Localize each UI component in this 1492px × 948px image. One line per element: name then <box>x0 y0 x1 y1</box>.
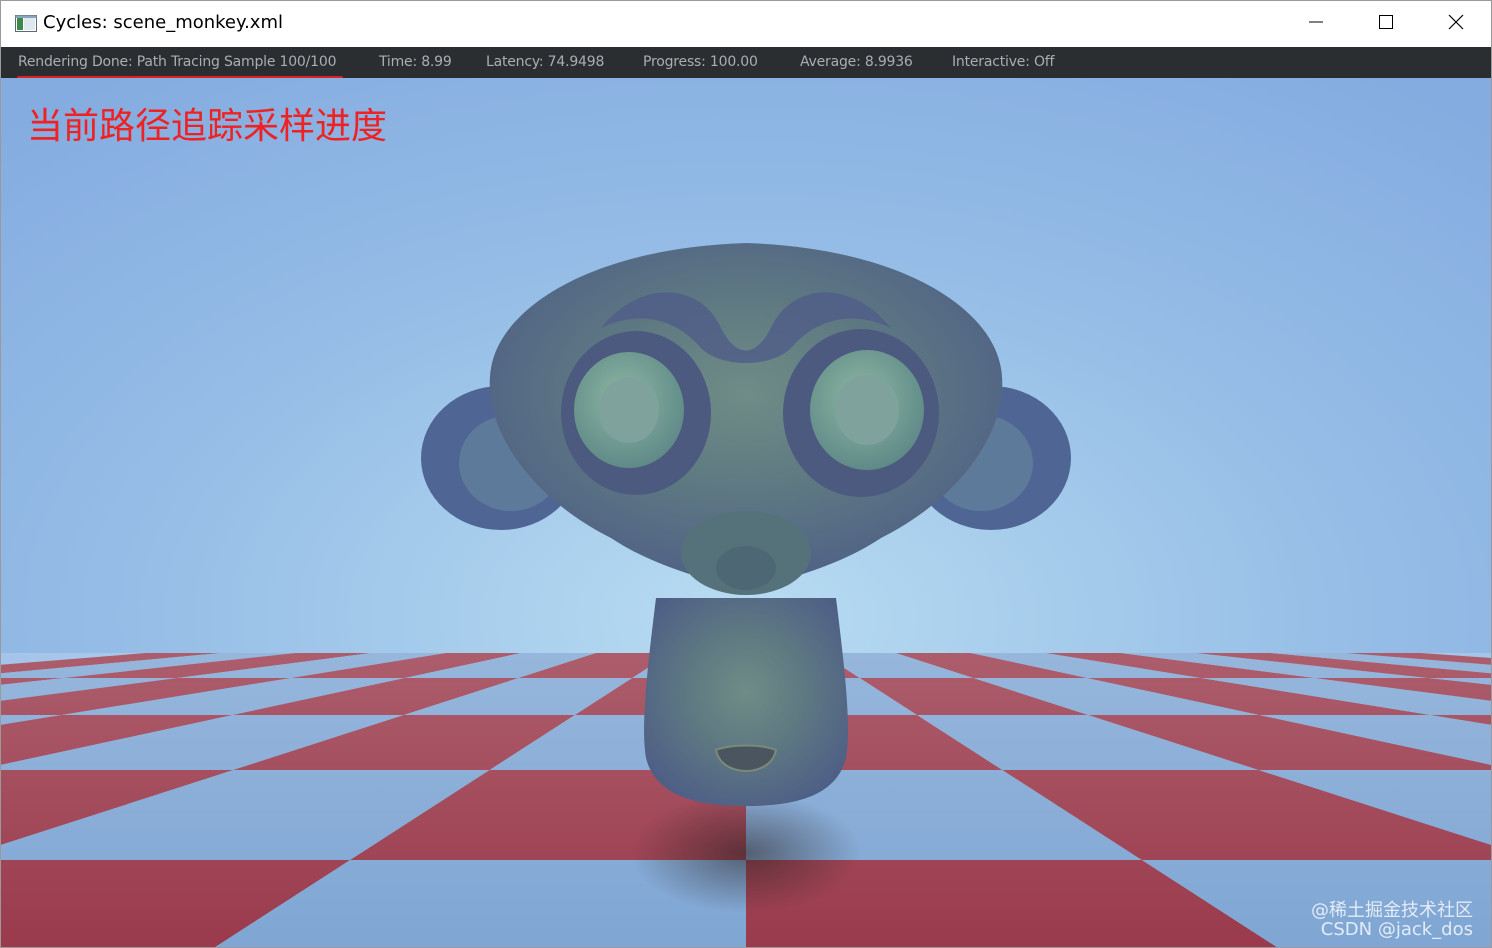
close-icon <box>1448 14 1464 34</box>
minimize-button[interactable] <box>1281 1 1351 47</box>
render-viewport[interactable] <box>1 78 1491 947</box>
watermark-line-1: @稀土掘金技术社区 <box>1311 900 1473 921</box>
close-button[interactable] <box>1421 1 1491 47</box>
maximize-button[interactable] <box>1351 1 1421 47</box>
render-status-bar: Rendering Done: Path Tracing Sample 100/… <box>1 47 1491 79</box>
status-interactive: Interactive: Off <box>952 54 1055 70</box>
minimize-icon <box>1308 14 1324 34</box>
status-render-state: Rendering Done: Path Tracing Sample 100/… <box>18 54 337 70</box>
app-window-icon <box>15 15 37 32</box>
status-progress: Progress: 100.00 <box>643 54 758 70</box>
watermark-line-2: CSDN @jack_dos <box>1320 919 1473 940</box>
watermark: @稀土掘金技术社区 CSDN @jack_dos <box>1311 901 1473 939</box>
window-title: Cycles: scene_monkey.xml <box>43 12 283 33</box>
title-bar[interactable]: Cycles: scene_monkey.xml <box>1 1 1491 47</box>
status-latency: Latency: 74.9498 <box>486 54 605 70</box>
cycles-window: Cycles: scene_monkey.xml Rendering Done:… <box>0 0 1492 948</box>
status-average: Average: 8.9936 <box>800 54 913 70</box>
maximize-icon <box>1378 14 1394 34</box>
rendered-scene <box>1 78 1491 947</box>
status-time: Time: 8.99 <box>379 54 452 70</box>
annotation-label: 当前路径追踪采样进度 <box>27 106 388 147</box>
